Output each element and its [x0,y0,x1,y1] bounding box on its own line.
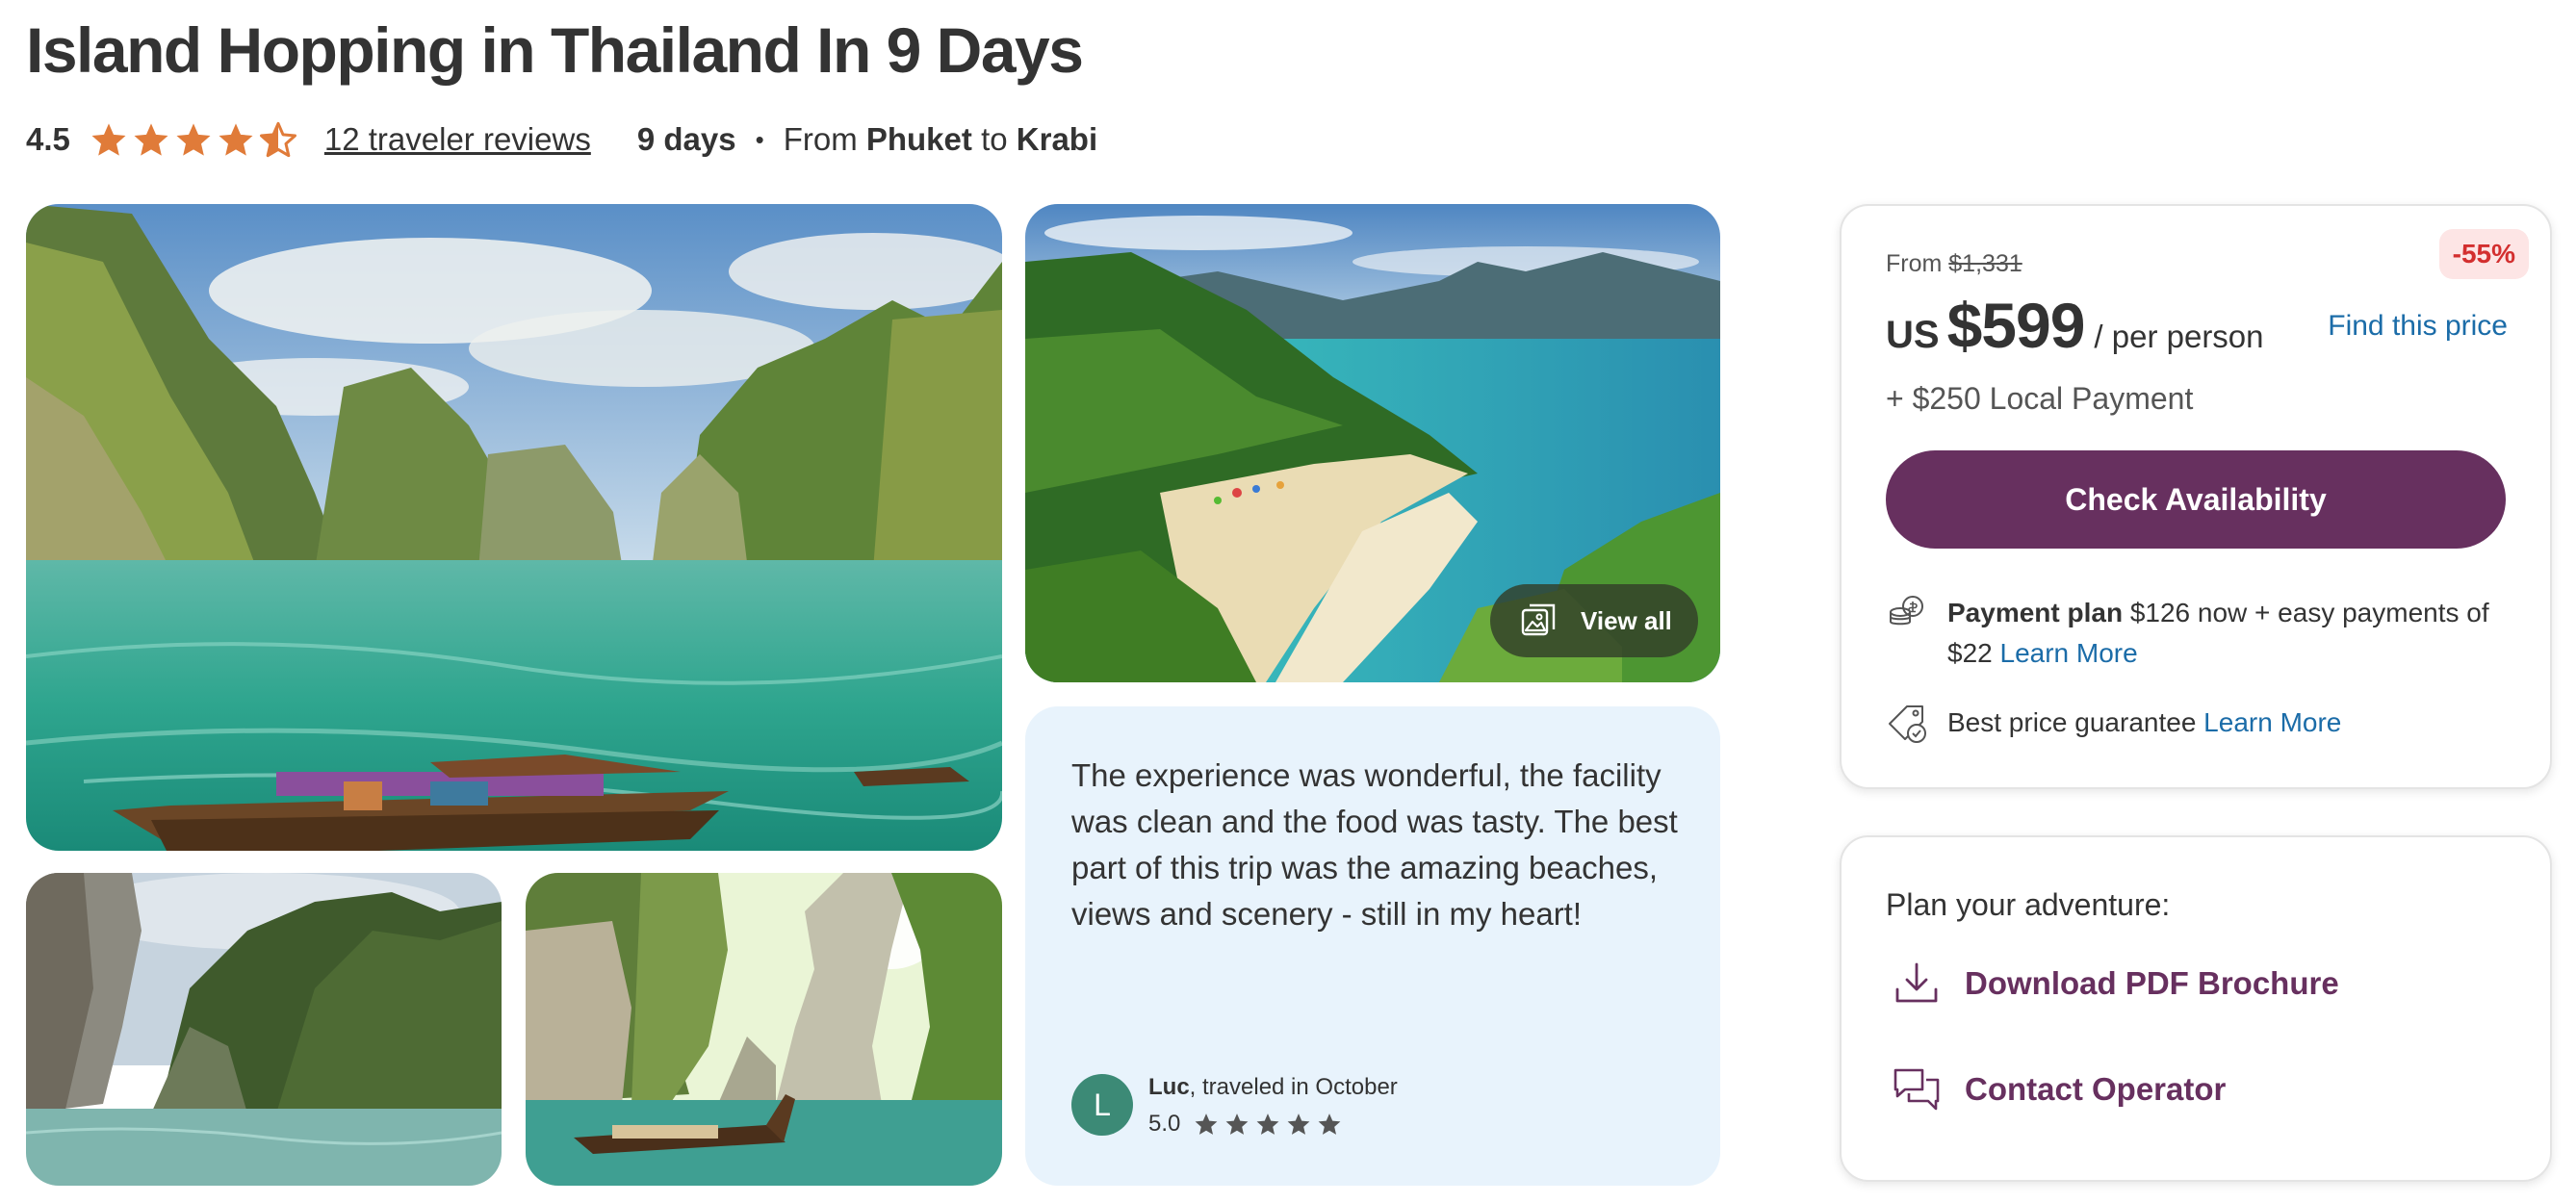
original-price: $1,331 [1948,250,2022,277]
tour-meta: 4.5 12 traveler reviews 9 days • From Ph… [26,114,1097,166]
longtail-boat-cliffs-image [526,873,1002,1186]
download-brochure-label: Download PDF Brochure [1965,965,2339,1001]
view-all-button[interactable]: View all [1490,584,1698,657]
gallery-photo-main[interactable] [26,204,1002,851]
find-this-price-link[interactable]: Find this price [2328,310,2508,343]
download-brochure-link[interactable]: Download PDF Brochure [1892,959,2339,1009]
guarantee-text: Best price guarantee [1947,707,2204,737]
original-price-line: From $1,331 [1886,250,2022,278]
rating-value: 4.5 [26,121,70,157]
bay-longtail-boats-image [26,204,1002,851]
reviewer-detail: , traveled in October [1189,1074,1398,1100]
per-person-label: / per person [2094,319,2264,354]
route-to: Krabi [1016,121,1098,157]
check-availability-button[interactable]: Check Availability [1886,450,2506,549]
price-line: US $599 / per person [1886,289,2264,362]
currency-label: US [1886,314,1940,356]
review-score: 5.0 [1148,1111,1342,1138]
star-icon [1226,1113,1249,1135]
gallery-photo-boat[interactable] [526,873,1002,1186]
star-icon [1257,1113,1279,1135]
review-score-value: 5.0 [1148,1111,1181,1137]
review-card: The experience was wonderful, the facili… [1025,706,1720,1186]
contact-operator-label: Contact Operator [1965,1071,2227,1107]
star-icon [134,123,168,156]
reviewer-info: Luc, traveled in October [1148,1074,1398,1101]
tour-duration: 9 days [636,121,736,157]
star-half-icon [259,121,296,158]
view-all-label: View all [1581,605,1672,635]
star-icon [1196,1113,1218,1135]
reviews-link[interactable]: 12 traveler reviews [324,121,591,158]
discount-badge: -55% [2438,229,2529,279]
star-icon [176,123,211,156]
star-icon [219,123,253,156]
contact-operator-link[interactable]: Contact Operator [1892,1064,2226,1114]
tour-title: Island Hopping in Thailand In 9 Days [26,14,1084,86]
route-from-label: From [783,121,858,157]
price-amount: $599 [1946,290,2086,361]
star-icon [1288,1113,1310,1135]
reviewer-avatar: L [1071,1074,1133,1136]
price-tag-check-icon [1889,705,1926,743]
plan-adventure-card: Plan your adventure: Download PDF Brochu… [1840,835,2552,1182]
review-quote: The experience was wonderful, the facili… [1071,757,1678,932]
payment-plan-learn-more-link[interactable]: Learn More [2000,638,2138,668]
plan-adventure-heading: Plan your adventure: [1886,887,2171,922]
price-card: -55% From $1,331 US $599 / per person Fi… [1840,204,2552,789]
meta-separator: • [755,124,764,154]
payment-plan-row: Payment plan $126 now + easy payments of… [1886,593,2521,674]
route-to-label: to [981,121,1008,157]
payment-plan-title: Payment plan [1947,598,2124,627]
route-from: Phuket [865,121,972,157]
rating-stars [90,120,297,159]
guarantee-learn-more-link[interactable]: Learn More [2203,707,2341,737]
local-payment: + $250 Local Payment [1886,381,2194,416]
chat-bubbles-icon [1893,1068,1940,1111]
price-guarantee-row: Best price guarantee Learn More [1886,703,2341,745]
coins-icon [1890,596,1923,626]
gallery-photo-cliffs[interactable] [26,873,502,1186]
download-icon [1895,962,1938,1003]
image-gallery-icon [1521,603,1556,636]
review-stars [1194,1112,1342,1137]
star-icon [1319,1113,1341,1135]
limestone-cliffs-image [26,873,502,1186]
star-icon [91,123,126,156]
from-label: From [1886,250,1943,277]
reviewer-name: Luc [1148,1074,1190,1100]
